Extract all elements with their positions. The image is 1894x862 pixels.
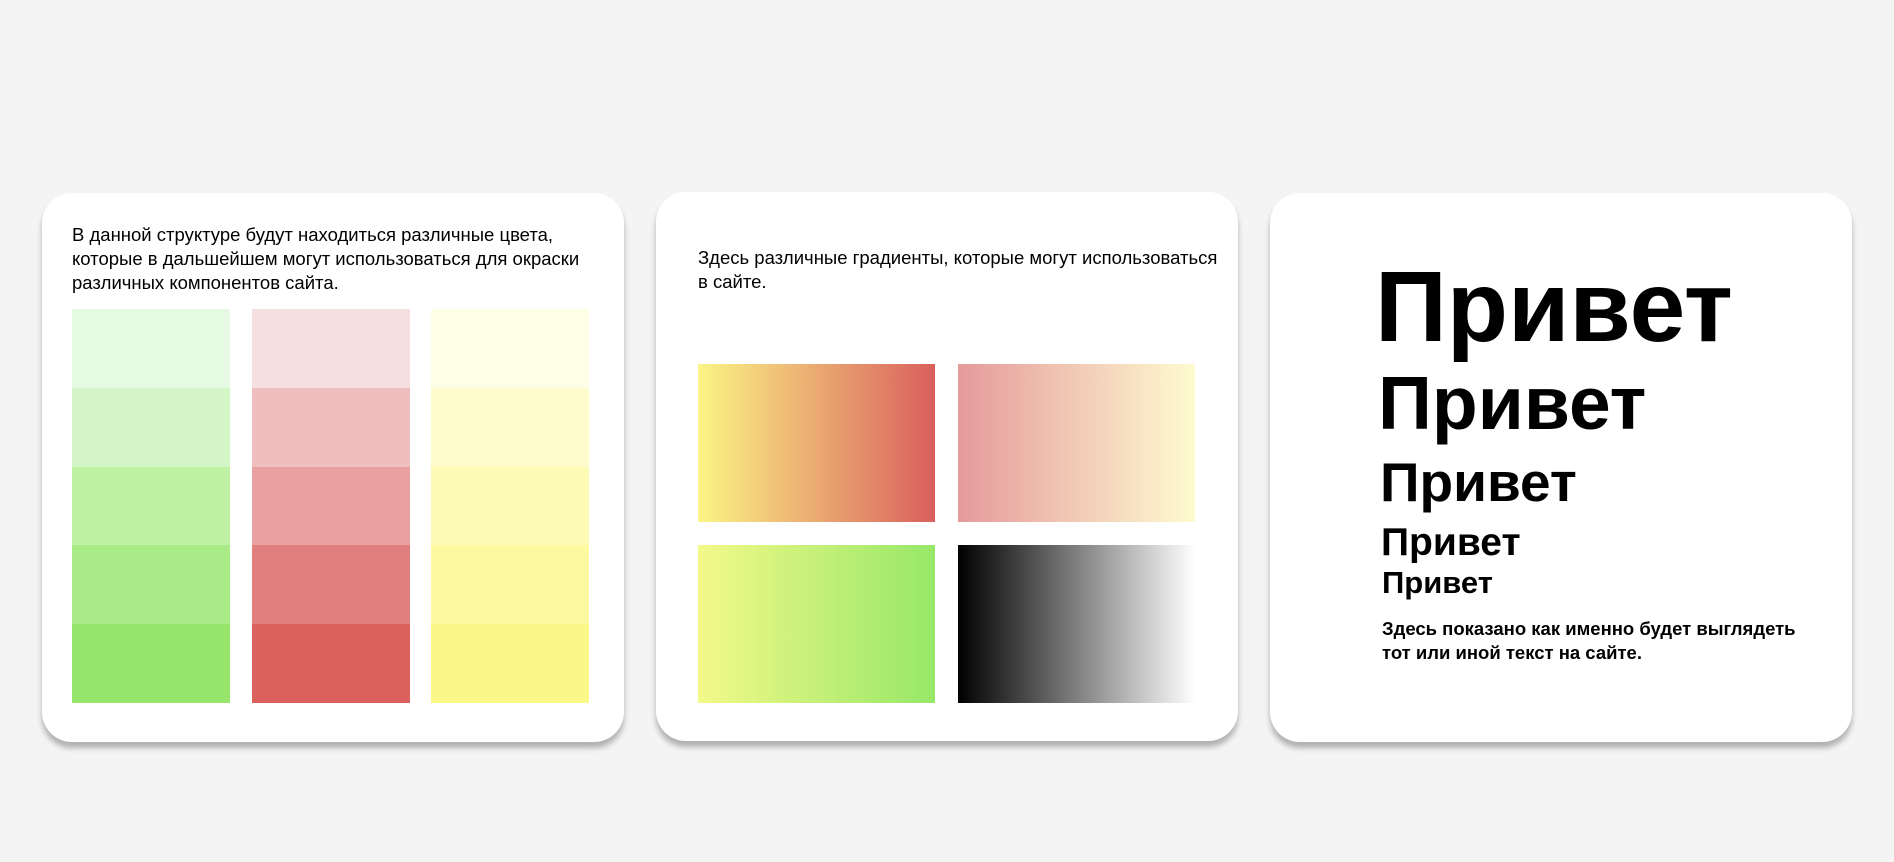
yellow-swatch-2 [431, 387, 589, 467]
green-swatch-2 [72, 387, 230, 467]
yellow-swatch-5 [431, 624, 589, 703]
green-swatch-5 [72, 624, 230, 703]
red-swatch-2 [252, 387, 410, 467]
heading-sample-3: Привет [1380, 451, 1577, 513]
typography-caption: Здесь показано как именно будет выглядет… [1382, 618, 1796, 663]
heading-sample-2: Привет [1378, 361, 1647, 445]
green-swatch-4 [72, 545, 230, 625]
gradient-yellow-to-red [698, 364, 935, 522]
red-swatch-1 [252, 309, 410, 388]
green-palette [72, 309, 230, 703]
heading-sample-5: Привет [1382, 565, 1493, 600]
yellow-swatch-4 [431, 545, 589, 625]
green-swatch-1 [72, 309, 230, 388]
colors-description: В данной структуре будут находиться разл… [72, 224, 580, 293]
yellow-swatch-3 [431, 466, 589, 546]
red-palette [252, 309, 410, 703]
gradient-yellow-to-green [698, 545, 935, 703]
yellow-swatch-1 [431, 309, 589, 388]
yellow-palette [431, 309, 589, 703]
heading-sample-4: Привет [1381, 521, 1521, 564]
heading-sample-1: Привет [1375, 251, 1733, 363]
red-swatch-5 [252, 624, 410, 703]
gradients-card: Здесь различные градиенты, которые могут… [656, 192, 1238, 741]
gradient-pink-to-cream [958, 364, 1195, 522]
typography-card: Привет Привет Привет Привет Привет Здесь… [1270, 193, 1852, 742]
gradient-black-to-white [958, 545, 1195, 703]
red-swatch-3 [252, 466, 410, 546]
green-swatch-3 [72, 466, 230, 546]
colors-card: В данной структуре будут находиться разл… [42, 193, 624, 742]
gradients-description: Здесь различные градиенты, которые могут… [698, 247, 1218, 292]
red-swatch-4 [252, 545, 410, 625]
